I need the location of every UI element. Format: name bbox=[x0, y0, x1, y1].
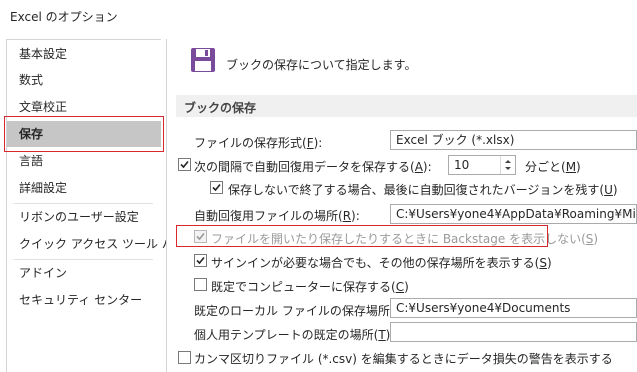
sidebar-item-label: 言語 bbox=[19, 154, 44, 168]
spinner-arrows-icon[interactable] bbox=[500, 156, 515, 174]
autorecover-location-input[interactable]: C:¥Users¥yone4¥AppData¥Roaming¥Micro bbox=[390, 204, 637, 224]
page-description: ブックの保存について指定します。 bbox=[226, 58, 417, 72]
minutes-unit-label: 分ごと(M) bbox=[525, 160, 581, 174]
hide-backstage-checkbox[interactable] bbox=[194, 230, 207, 243]
sidebar-item-label: アドイン bbox=[19, 266, 68, 280]
save-format-label: ファイルの保存形式(F): bbox=[194, 136, 323, 150]
sidebar-item-customize-ribbon[interactable]: リボンのユーザー設定 bbox=[7, 204, 161, 230]
sidebar-item-formulas[interactable]: 数式 bbox=[7, 67, 161, 93]
sidebar-item-label: 詳細設定 bbox=[19, 181, 68, 195]
highlight-frame bbox=[4, 116, 164, 152]
save-format-dropdown[interactable]: Excel ブック (*.xlsx) bbox=[390, 130, 637, 150]
autorecover-minutes-spinner[interactable]: 10 bbox=[448, 155, 516, 175]
save-to-computer-checkbox[interactable] bbox=[194, 278, 207, 291]
default-local-location-label: 既定のローカル ファイルの保存場所(I): bbox=[194, 304, 407, 318]
sidebar-item-advanced[interactable]: 詳細設定 bbox=[7, 175, 161, 201]
window-title: Excel のオプション bbox=[10, 10, 118, 24]
sidebar-item-label: クイック アクセス ツール バー bbox=[19, 237, 186, 251]
save-to-computer-label: 既定でコンピューターに保存する(C) bbox=[211, 280, 409, 294]
sidebar-item-trust-center[interactable]: セキュリティ センター bbox=[7, 287, 161, 313]
default-local-location-input[interactable]: C:¥Users¥yone4¥Documents bbox=[390, 298, 637, 318]
show-additional-places-label: サインインが必要な場合でも、その他の保存場所を表示する(S) bbox=[211, 256, 552, 270]
sidebar-item-general[interactable]: 基本設定 bbox=[7, 41, 161, 67]
csv-warning-label: カンマ区切りファイル (*.csv) を編集するときにデータ損失の警告を表示する bbox=[194, 352, 613, 366]
title-bar: Excel のオプション bbox=[0, 0, 637, 32]
hide-backstage-label: ファイルを開いたり保存したりするときに Backstage を表示しない(S) bbox=[211, 232, 599, 246]
floppy-disk-icon bbox=[190, 47, 216, 73]
default-local-location-value: C:¥Users¥yone4¥Documents bbox=[396, 301, 571, 315]
sidebar-item-quick-access-toolbar[interactable]: クイック アクセス ツール バー bbox=[7, 231, 186, 257]
save-format-value: Excel ブック (*.xlsx) bbox=[396, 133, 515, 147]
sidebar-item-label: 数式 bbox=[19, 73, 44, 87]
autorecover-label: 次の間隔で自動回復用データを保存する(A): bbox=[194, 160, 432, 174]
autorecover-minutes-value: 10 bbox=[454, 158, 470, 172]
sidebar-item-label: 文章校正 bbox=[19, 100, 68, 114]
personal-templates-label: 個人用テンプレートの既定の場所(T): bbox=[194, 328, 394, 342]
personal-templates-input[interactable] bbox=[390, 322, 637, 342]
autorecover-location-label: 自動回復用ファイルの場所(R): bbox=[194, 209, 360, 223]
sidebar-item-label: セキュリティ センター bbox=[19, 293, 143, 307]
section-title: ブックの保存 bbox=[184, 101, 257, 115]
autorecover-checkbox[interactable] bbox=[178, 158, 191, 171]
sidebar-item-label: 基本設定 bbox=[19, 47, 68, 61]
csv-warning-checkbox[interactable] bbox=[178, 351, 191, 364]
keep-last-version-checkbox[interactable] bbox=[210, 181, 223, 194]
sidebar-item-label: リボンのユーザー設定 bbox=[19, 210, 139, 224]
sidebar: 基本設定 数式 文章校正 保存 言語 詳細設定 リボンのユーザー設定 クイック … bbox=[6, 39, 186, 372]
show-additional-places-checkbox[interactable] bbox=[194, 254, 207, 267]
keep-last-version-label: 保存しないで終了する場合、最後に自動回復されたバージョンを残す(U) bbox=[228, 183, 618, 197]
autorecover-location-value: C:¥Users¥yone4¥AppData¥Roaming¥Micro bbox=[396, 207, 637, 221]
sidebar-item-add-ins[interactable]: アドイン bbox=[7, 260, 161, 286]
